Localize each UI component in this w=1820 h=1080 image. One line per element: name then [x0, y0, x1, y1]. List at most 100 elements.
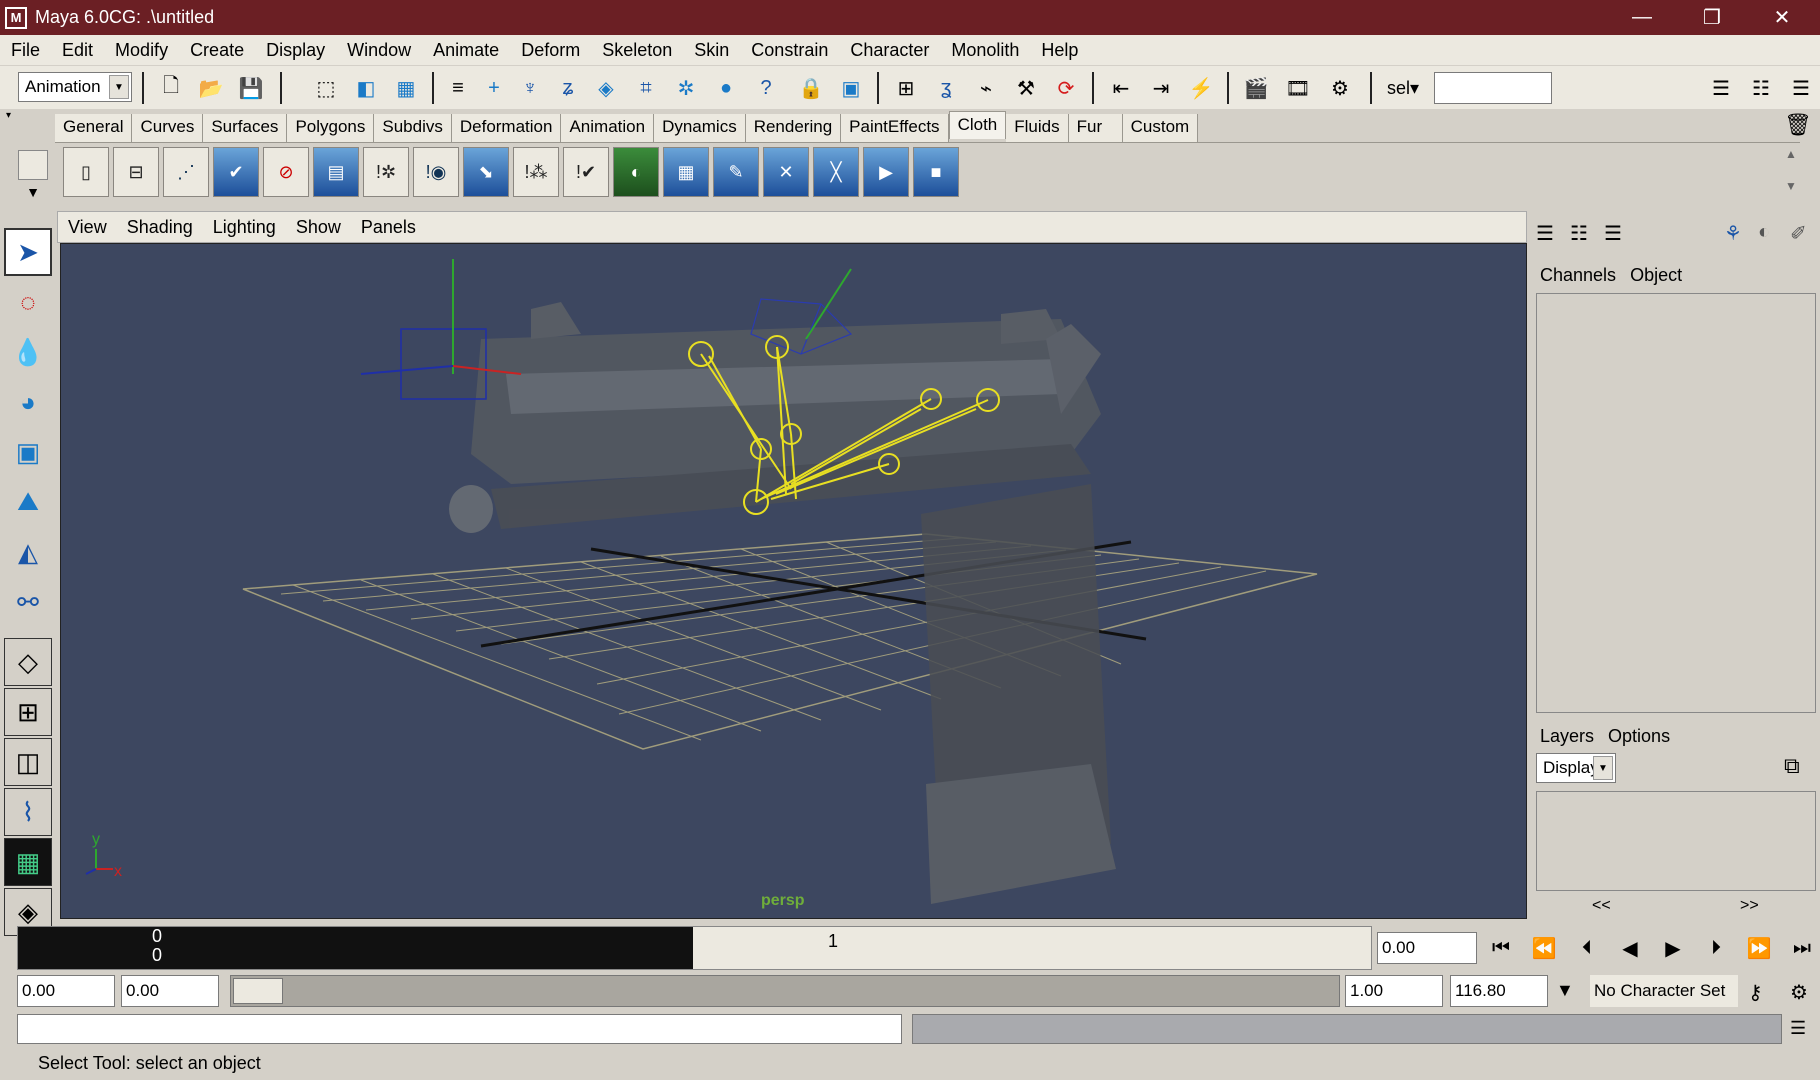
layers-tab[interactable]: Layers — [1540, 726, 1594, 747]
shelf-tab-scroll-icon[interactable] — [18, 150, 48, 180]
tab-subdivs[interactable]: Subdivs — [374, 114, 452, 142]
quick-selection-field[interactable] — [1434, 72, 1552, 104]
close-icon[interactable]: ✕ — [1747, 0, 1817, 35]
menu-constrain[interactable]: Constrain — [740, 40, 839, 61]
channel-box-icon[interactable]: ☰ — [1536, 221, 1554, 246]
animation-end-field[interactable]: 116.80 — [1450, 975, 1548, 1007]
ik-handle-tool-icon[interactable]: ⚯ — [4, 578, 52, 626]
new-layer-icon[interactable]: ⧉ — [1784, 753, 1800, 779]
select-hierarchy-icon[interactable]: ⬚ — [310, 72, 342, 104]
menu-display[interactable]: Display — [255, 40, 336, 61]
menu-character[interactable]: Character — [839, 40, 940, 61]
hypershade-layout-icon[interactable]: ▦ — [4, 838, 52, 886]
create-panel-icon[interactable]: ▯ — [63, 147, 109, 197]
filter-icon[interactable]: ≡ — [442, 72, 474, 104]
range-slider[interactable] — [230, 975, 1340, 1007]
channel-list[interactable] — [1536, 293, 1816, 713]
menu-deform[interactable]: Deform — [510, 40, 591, 61]
tab-cloth[interactable]: Cloth — [948, 111, 1007, 139]
tab-custom[interactable]: Custom — [1122, 114, 1199, 142]
shelf-menu-icon[interactable]: ▾ — [6, 110, 16, 121]
select-surfaces-icon[interactable]: ◈ — [590, 72, 622, 104]
select-component-icon[interactable]: ▦ — [390, 72, 422, 104]
new-scene-icon[interactable]: 🗋 — [155, 72, 187, 104]
play-forwards-icon[interactable]: ▶ — [1655, 930, 1691, 966]
tab-deformation[interactable]: Deformation — [451, 114, 562, 142]
cloth-leaf-icon[interactable]: ◐ — [613, 147, 659, 197]
trash-icon[interactable]: 🗑 — [1784, 112, 1812, 138]
select-rendering-icon[interactable]: ● — [710, 72, 742, 104]
layer-editor-icon[interactable]: ☷ — [1570, 221, 1588, 246]
cloth-solver-icon[interactable]: !✲ — [363, 147, 409, 197]
create-seam-icon[interactable]: ⋰ — [163, 147, 209, 197]
cloth-delete-icon[interactable]: ✕ — [763, 147, 809, 197]
character-set-field[interactable]: No Character Set — [1590, 975, 1738, 1007]
construction-history-icon[interactable]: ⚡ — [1185, 72, 1217, 104]
shelf-options-icon[interactable]: ▼ — [18, 184, 48, 204]
tab-animation[interactable]: Animation — [561, 114, 655, 142]
tab-general[interactable]: General — [55, 114, 133, 142]
step-forward-key-icon[interactable]: ⏩ — [1741, 930, 1777, 966]
menu-help[interactable]: Help — [1030, 40, 1089, 61]
select-object-icon[interactable]: ◧ — [350, 72, 382, 104]
menu-window[interactable]: Window — [336, 40, 422, 61]
show-tool-settings-icon[interactable]: ☷ — [1745, 72, 1777, 104]
cloth-cache-icon[interactable]: ▦ — [663, 147, 709, 197]
show-channel-box-icon[interactable]: ☰ — [1785, 72, 1817, 104]
scale-tool-icon[interactable]: ▣ — [4, 428, 52, 476]
playback-end-field[interactable]: 1.00 — [1345, 975, 1443, 1007]
select-handles-icon[interactable]: + — [478, 72, 510, 104]
tab-painteffects[interactable]: PaintEffects — [841, 114, 949, 142]
move-tool-icon[interactable]: 💧 — [4, 328, 52, 376]
shelf-scroll-up-icon[interactable]: ▲ — [1785, 147, 1797, 161]
go-to-start-icon[interactable]: ⏮ — [1483, 930, 1519, 966]
manipulator-icon[interactable]: ⚘ — [1724, 221, 1742, 246]
lock-icon[interactable]: 🔒 — [795, 72, 827, 104]
highlight-icon[interactable]: ▣ — [835, 72, 867, 104]
cloth-stop-icon[interactable]: ■ — [913, 147, 959, 197]
pin-icon[interactable]: ✐ — [1790, 221, 1807, 246]
render-globals-icon[interactable]: ⚙ — [1324, 72, 1356, 104]
perspective-viewport[interactable]: y x persp — [60, 243, 1527, 919]
remove-constraint-icon[interactable]: ⊘ — [263, 147, 309, 197]
layer-type-dropdown[interactable]: Display ▼ — [1536, 753, 1616, 783]
chevron-down-icon[interactable]: ▼ — [1556, 980, 1574, 1001]
restore-icon[interactable]: ❐ — [1677, 0, 1747, 35]
ipr-render-icon[interactable]: 🎞 — [1282, 72, 1314, 104]
mode-dropdown[interactable]: Animation ▼ — [18, 72, 132, 102]
options-tab[interactable]: Options — [1608, 726, 1670, 747]
show-attribute-editor-icon[interactable]: ☰ — [1705, 72, 1737, 104]
output-ops-icon[interactable]: ⇥ — [1145, 72, 1177, 104]
open-scene-icon[interactable]: 📂 — [195, 72, 227, 104]
lasso-tool-icon[interactable]: ◌ — [4, 278, 52, 326]
menu-create[interactable]: Create — [179, 40, 255, 61]
viewport-menu-lighting[interactable]: Lighting — [203, 217, 286, 238]
tab-polygons[interactable]: Polygons — [287, 114, 375, 142]
object-tab[interactable]: Object — [1630, 265, 1682, 286]
range-slider-handle[interactable] — [233, 978, 283, 1004]
menu-edit[interactable]: Edit — [51, 40, 104, 61]
time-slider[interactable]: 0 0 1 — [17, 926, 1372, 970]
menu-modify[interactable]: Modify — [104, 40, 179, 61]
step-forward-frame-icon[interactable]: ⏵ — [1698, 930, 1734, 966]
manipulator-tool-icon[interactable]: ⛰ — [4, 478, 52, 526]
animation-prefs-icon[interactable]: ⚙ — [1790, 980, 1808, 1005]
create-constraint-icon[interactable]: ✔ — [213, 147, 259, 197]
viewport-menu-view[interactable]: View — [58, 217, 117, 238]
show-manipulator-icon[interactable]: ◭ — [4, 528, 52, 576]
cloth-split-icon[interactable]: ╳ — [813, 147, 859, 197]
cloth-pin-icon[interactable]: ⬊ — [463, 147, 509, 197]
menu-animate[interactable]: Animate — [422, 40, 510, 61]
shelf-scroll-down-icon[interactable]: ▼ — [1785, 179, 1797, 193]
cloth-collide-icon[interactable]: !◉ — [413, 147, 459, 197]
viewport-menu-shading[interactable]: Shading — [117, 217, 203, 238]
layers-next-button[interactable]: >> — [1740, 897, 1759, 915]
tab-rendering[interactable]: Rendering — [745, 114, 842, 142]
cloth-paint-icon[interactable]: ✎ — [713, 147, 759, 197]
menu-skin[interactable]: Skin — [683, 40, 740, 61]
menu-monolith[interactable]: Monolith — [940, 40, 1030, 61]
rotate-tool-icon[interactable]: ◕ — [4, 378, 52, 426]
cloth-play-icon[interactable]: ▶ — [863, 147, 909, 197]
command-line-input[interactable] — [17, 1014, 902, 1044]
select-curves-icon[interactable]: ʑ — [552, 72, 584, 104]
